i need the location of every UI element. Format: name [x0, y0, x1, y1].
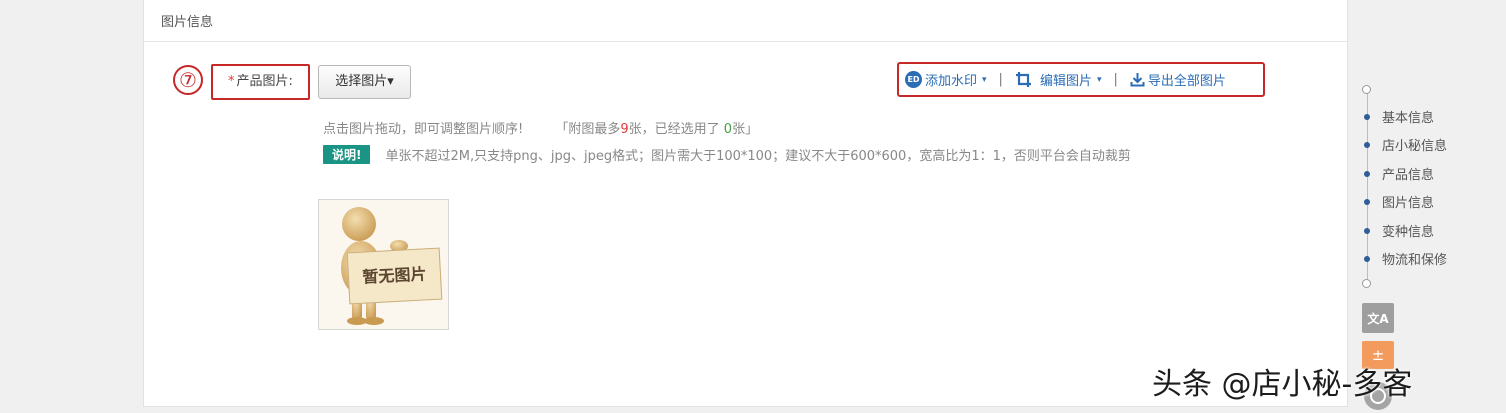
no-image-label: 暂无图片 — [346, 247, 443, 305]
select-image-button[interactable]: 选择图片▾ — [318, 65, 411, 99]
nav-item-variant-info[interactable]: 变种信息 — [1364, 221, 1434, 240]
note-text: 单张不超过2M,只支持png、jpg、jpeg格式；图片需大于100*100；建… — [385, 149, 1131, 164]
nav-item-label: 变种信息 — [1382, 225, 1435, 240]
nav-dot — [1364, 198, 1370, 205]
nav-item-store-info[interactable]: 店小秘信息 — [1364, 135, 1447, 154]
edit-image-button[interactable]: 编辑图片 ▾ — [1015, 70, 1102, 89]
section-nav: 基本信息 店小秘信息 产品信息 图片信息 变种信息 物流和保修 — [1358, 80, 1468, 300]
step-marker: ⑦ — [173, 65, 203, 95]
note-badge: 说明! — [323, 145, 371, 164]
nav-item-logistics[interactable]: 物流和保修 — [1364, 249, 1447, 268]
chevron-down-icon: ▾ — [982, 74, 987, 85]
nav-dot — [1364, 141, 1370, 148]
watermark-icon: ED — [905, 71, 922, 88]
nav-dot — [1364, 113, 1370, 120]
nav-item-label: 店小秘信息 — [1382, 139, 1448, 154]
nav-dot — [1364, 255, 1370, 262]
nav-item-label: 产品信息 — [1382, 168, 1435, 183]
nav-end-marker — [1362, 279, 1371, 288]
export-all-images-label: 导出全部图片 — [1147, 74, 1226, 89]
translate-button[interactable]: 文A — [1362, 303, 1394, 333]
add-watermark-button[interactable]: ED 添加水印 ▾ — [905, 70, 987, 89]
export-all-images-button[interactable]: 导出全部图片 — [1130, 70, 1226, 89]
used-count: 0 — [723, 122, 733, 137]
translate-icon: 文A — [1367, 311, 1389, 326]
product-image-label-text: 产品图片: — [236, 74, 293, 89]
drag-hint: 点击图片拖动，即可调整图片顺序! 「附图最多9张，已经选用了 0张」 — [323, 118, 758, 137]
product-image-label: * 产品图片: — [211, 64, 310, 100]
divider — [144, 41, 1347, 42]
nav-dot — [1364, 170, 1370, 177]
chevron-down-icon: ▾ — [1096, 74, 1102, 85]
nav-item-label: 物流和保修 — [1382, 253, 1448, 268]
nav-dot — [1364, 227, 1370, 234]
add-watermark-label: 添加水印 — [925, 74, 978, 89]
download-icon — [1130, 73, 1145, 87]
section-title: 图片信息 — [161, 15, 214, 30]
image-limit-prefix: 「附图最多 — [555, 122, 621, 137]
nav-item-product-info[interactable]: 产品信息 — [1364, 164, 1434, 183]
drag-hint-text: 点击图片拖动，即可调整图片顺序! — [323, 122, 524, 137]
nav-item-image-info[interactable]: 图片信息 — [1364, 192, 1434, 211]
nav-item-label: 图片信息 — [1382, 196, 1435, 211]
max-count: 9 — [620, 122, 629, 137]
nav-start-marker — [1362, 85, 1371, 94]
required-mark: * — [228, 74, 235, 89]
image-limit-mid: 张，已经选用了 — [628, 122, 724, 137]
toolbar-separator: | — [1113, 72, 1118, 87]
image-limit-suffix: 张」 — [732, 122, 759, 137]
image-requirements-note: 说明! 单张不超过2M,只支持png、jpg、jpeg格式；图片需大于100*1… — [323, 145, 1131, 164]
image-placeholder: 暂无图片 — [318, 199, 449, 330]
image-toolbar: ED 添加水印 ▾ | 编辑图片 ▾ | 导出全部图片 — [897, 62, 1265, 97]
watermark-text: 头条 @店小秘-多客 — [1152, 367, 1413, 402]
edit-image-label: 编辑图片 — [1039, 74, 1092, 89]
crop-icon — [1015, 72, 1031, 87]
nav-item-basic-info[interactable]: 基本信息 — [1364, 107, 1434, 126]
toolbar-separator: | — [998, 72, 1003, 87]
nav-item-label: 基本信息 — [1382, 111, 1435, 126]
